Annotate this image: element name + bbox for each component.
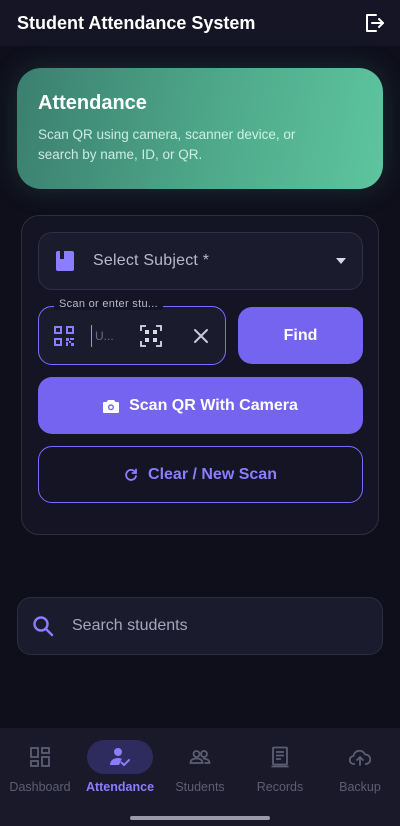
- nav-item-backup[interactable]: Backup: [320, 740, 400, 800]
- nav-label: Backup: [339, 780, 381, 794]
- home-indicator: [130, 816, 270, 820]
- nav-item-students[interactable]: Students: [160, 740, 240, 800]
- app-title: Student Attendance System: [17, 12, 256, 33]
- subject-select[interactable]: Select Subject *: [38, 232, 363, 290]
- attendance-banner: Attendance Scan QR using camera, scanner…: [17, 68, 383, 189]
- dashboard-icon: [30, 747, 50, 767]
- find-button[interactable]: Find: [238, 307, 363, 364]
- nav-item-records[interactable]: Records: [240, 740, 320, 800]
- clear-new-scan-button[interactable]: Clear / New Scan: [38, 446, 363, 503]
- book-icon: [56, 251, 74, 271]
- nav-icon-container: [167, 740, 233, 774]
- scan-qr-camera-button[interactable]: Scan QR With Camera: [38, 377, 363, 434]
- scan-qr-camera-label: Scan QR With Camera: [129, 396, 298, 414]
- nav-icon-container: [247, 740, 313, 774]
- nav-label: Attendance: [85, 780, 155, 794]
- camera-icon: [103, 399, 120, 413]
- clear-new-scan-label: Clear / New Scan: [148, 465, 277, 483]
- search-icon: [33, 616, 54, 637]
- scan-field-label: Scan or enter stu...: [54, 298, 163, 310]
- nav-icon-container: [327, 740, 393, 774]
- scan-field[interactable]: Scan or enter stu...: [38, 298, 226, 365]
- bottom-nav: Dashboard Attendance Students Records Ba…: [0, 728, 400, 826]
- nav-label: Records: [256, 780, 304, 794]
- subject-select-label: Select Subject *: [93, 252, 210, 269]
- nav-icon-container: [87, 740, 153, 774]
- search-input[interactable]: [72, 617, 368, 635]
- nav-label: Dashboard: [9, 780, 71, 794]
- close-icon[interactable]: [191, 326, 211, 346]
- nav-item-dashboard[interactable]: Dashboard: [0, 740, 80, 800]
- nav-label: Students: [175, 780, 225, 794]
- nav-icon-container: [7, 740, 73, 774]
- students-icon: [189, 750, 211, 764]
- student-search-bar[interactable]: [17, 597, 383, 655]
- records-icon: [271, 746, 289, 768]
- attendance-icon: [110, 748, 130, 766]
- banner-title: Attendance: [38, 92, 147, 114]
- app-bar: Student Attendance System: [0, 0, 400, 46]
- scan-input[interactable]: [91, 325, 131, 347]
- qr-scanner-icon[interactable]: [140, 325, 162, 347]
- refresh-icon: [125, 468, 137, 481]
- qr-code-icon: [54, 326, 74, 346]
- scan-card: Select Subject * Scan or enter stu... Fi…: [21, 215, 379, 535]
- nav-item-attendance[interactable]: Attendance: [80, 740, 160, 800]
- dropdown-caret-icon: [336, 258, 346, 264]
- backup-icon: [349, 749, 371, 766]
- banner-description: Scan QR using camera, scanner device, or…: [38, 127, 296, 162]
- logout-icon[interactable]: [362, 11, 386, 35]
